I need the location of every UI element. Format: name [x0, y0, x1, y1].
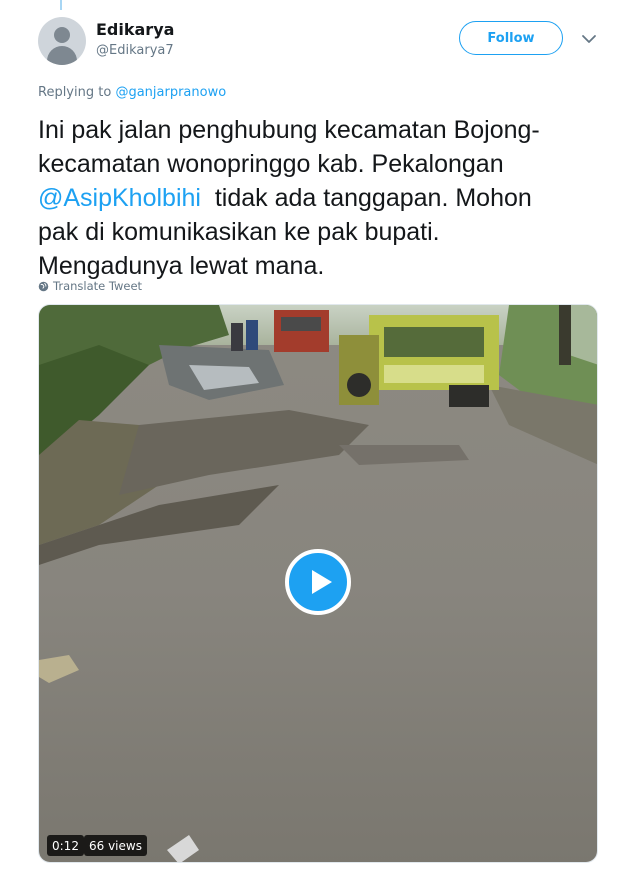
globe-icon: [38, 281, 49, 291]
tweet-mention-link[interactable]: @AsipKholbihi: [38, 184, 201, 212]
chevron-down-icon[interactable]: [580, 30, 598, 48]
play-button[interactable]: [285, 549, 351, 615]
replying-to-label: Replying to: [38, 85, 112, 100]
translate-tweet-link[interactable]: Translate Tweet: [38, 279, 142, 293]
tweet-line: kecamatan wonopringgo kab. Pekalongan: [38, 150, 504, 178]
avatar-default-icon: [54, 27, 70, 43]
thread-connector-line: [60, 0, 62, 10]
video-views-badge: 66 views: [84, 835, 147, 856]
replying-to: Replying to @ganjarpranowo: [38, 85, 226, 100]
tweet-line-rest: tidak ada tanggapan. Mohon: [200, 184, 532, 212]
author-handle[interactable]: @Edikarya7: [96, 43, 174, 58]
video-player[interactable]: [38, 304, 598, 863]
tweet-line: Mengadunya lewat mana.: [38, 252, 325, 280]
follow-button[interactable]: Follow: [459, 21, 563, 55]
play-icon: [312, 570, 332, 594]
tweet-line: pak di komunikasikan ke pak bupati.: [38, 218, 440, 246]
avatar[interactable]: [38, 17, 86, 65]
reply-mention-link[interactable]: @ganjarpranowo: [115, 85, 226, 100]
author-name[interactable]: Edikarya: [96, 20, 174, 39]
video-duration-badge: 0:12: [47, 835, 84, 856]
tweet-line: Ini pak jalan penghubung kecamatan Bojon…: [38, 116, 540, 144]
tweet-line: @AsipKholbihi tidak ada tanggapan. Mohon: [38, 181, 608, 215]
tweet-text: Ini pak jalan penghubung kecamatan Bojon…: [38, 113, 608, 283]
translate-label: Translate Tweet: [53, 279, 143, 293]
